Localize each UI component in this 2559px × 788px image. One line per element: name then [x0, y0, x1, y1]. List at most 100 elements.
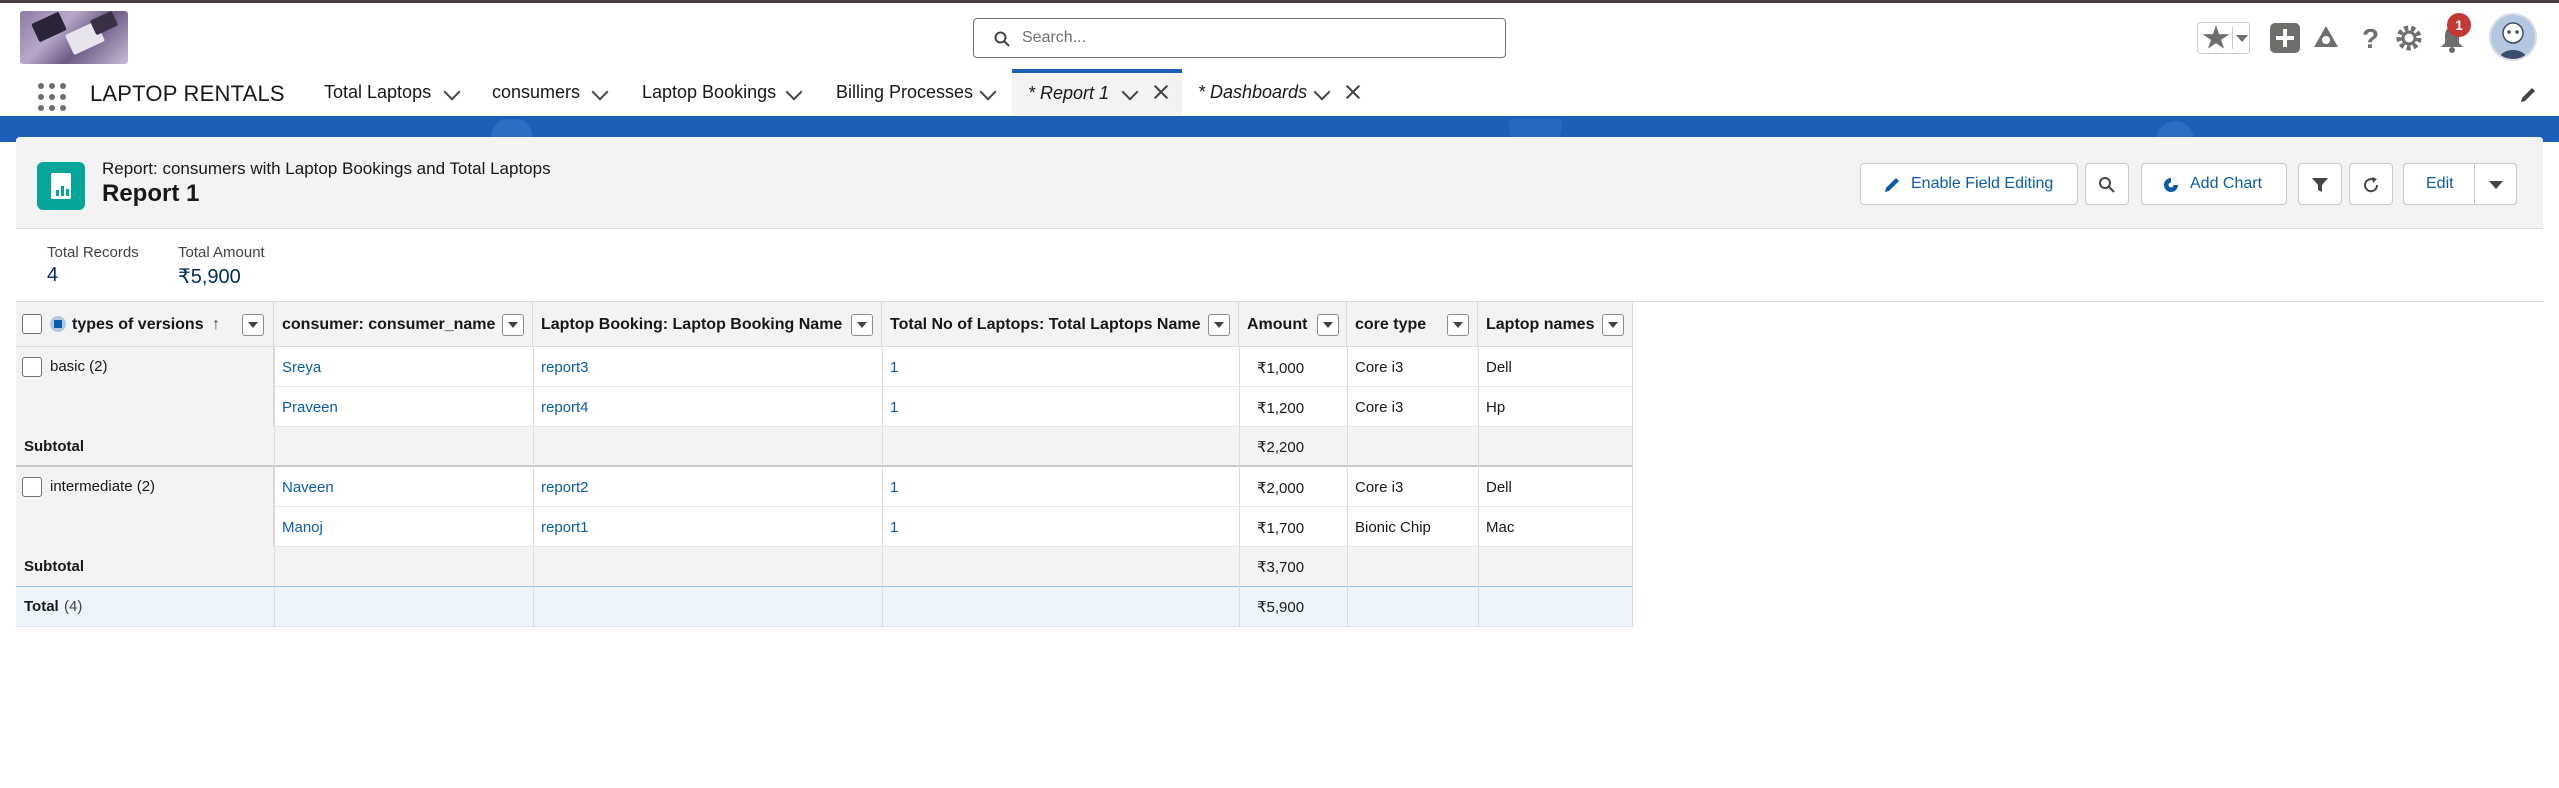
subtotal-amount: ₹3,700 [1257, 559, 1305, 576]
chevron-down-icon[interactable] [2236, 35, 2248, 42]
enable-field-editing-button[interactable]: Enable Field Editing [1860, 163, 2078, 205]
filter-button[interactable] [2298, 163, 2342, 205]
page-title: Report 1 [102, 180, 200, 207]
column-menu-button[interactable] [242, 314, 264, 336]
refresh-icon [2364, 177, 2379, 193]
subtotal-row: Subtotal ₹3,700 [16, 547, 1633, 587]
tab-consumers[interactable]: consumers [478, 69, 628, 116]
group-checkbox[interactable] [22, 477, 42, 497]
grand-total-row: Total (4) ₹5,900 [16, 587, 1633, 627]
app-launcher-icon[interactable] [38, 83, 66, 111]
notification-badge: 1 [2447, 13, 2471, 37]
total-records-value: 4 [47, 264, 59, 286]
tab-label: * Dashboards [1198, 82, 1308, 102]
app-name: LAPTOP RENTALS [90, 81, 285, 106]
amount-cell: ₹1,200 [1257, 400, 1305, 417]
total-label: Total [24, 598, 59, 615]
booking-link[interactable]: report1 [541, 519, 589, 536]
report-icon [37, 162, 85, 210]
subtotal-amount: ₹2,200 [1257, 439, 1305, 456]
gear-icon[interactable] [2394, 23, 2424, 53]
org-logo[interactable] [20, 11, 128, 64]
tab-label: Billing Processes [836, 82, 974, 102]
chevron-down-icon [2489, 181, 2503, 189]
group-checkbox[interactable] [22, 357, 42, 377]
global-search[interactable] [973, 18, 1506, 58]
tab-laptop-bookings[interactable]: Laptop Bookings [628, 69, 818, 116]
tab-billing-processes[interactable]: Billing Processes [822, 69, 1012, 116]
subtotal-label: Subtotal [24, 438, 84, 455]
close-icon[interactable] [1152, 83, 1170, 101]
column-menu-button[interactable] [1602, 314, 1624, 336]
column-header-laptop-names[interactable]: Laptop names [1478, 302, 1633, 347]
tab-label: consumers [492, 82, 581, 102]
table-row: Sreya report3 1 ₹1,000 Core i3 Dell [274, 347, 1633, 387]
laptops-link[interactable]: 1 [890, 359, 898, 376]
favorites-button[interactable] [2197, 22, 2250, 54]
booking-link[interactable]: report4 [541, 399, 589, 416]
chevron-down-icon[interactable] [1121, 83, 1139, 101]
laptops-link[interactable]: 1 [890, 399, 898, 416]
column-menu-button[interactable] [502, 314, 524, 336]
chevron-down-icon[interactable] [591, 83, 609, 101]
core-type-cell: Core i3 [1355, 359, 1404, 376]
help-icon[interactable]: ? [2354, 23, 2384, 53]
chevron-down-icon[interactable] [1313, 83, 1331, 101]
report-header: Report: consumers with Laptop Bookings a… [16, 137, 2543, 229]
column-menu-button[interactable] [851, 314, 873, 336]
search-report-button[interactable] [2085, 163, 2129, 205]
report-panel: Report: consumers with Laptop Bookings a… [16, 137, 2543, 788]
search-icon [2099, 177, 2115, 193]
column-header-types-of-versions[interactable]: types of versions ↑ [16, 302, 274, 347]
tab-dashboards[interactable]: * Dashboards [1182, 69, 1372, 116]
edit-button[interactable]: Edit [2403, 163, 2475, 205]
star-icon [2202, 25, 2230, 49]
booking-link[interactable]: report2 [541, 479, 589, 496]
edit-nav-icon[interactable] [2519, 86, 2537, 104]
booking-link[interactable]: report3 [541, 359, 589, 376]
add-chart-button[interactable]: Add Chart [2141, 163, 2287, 205]
subtotal-row: Subtotal ₹2,200 [16, 427, 1633, 467]
consumer-link[interactable]: Sreya [282, 359, 321, 376]
global-actions-icon[interactable] [2270, 23, 2300, 53]
more-actions-button[interactable] [2474, 163, 2517, 205]
column-header-core-type[interactable]: core type [1347, 302, 1478, 347]
column-header-amount[interactable]: Amount [1239, 302, 1347, 347]
total-amount-label: Total Amount [178, 244, 265, 261]
sort-ascending-icon[interactable]: ↑ [212, 316, 220, 334]
avatar[interactable] [2489, 13, 2537, 61]
column-header-total-laptops-name[interactable]: Total No of Laptops: Total Laptops Name [882, 302, 1239, 347]
laptop-name-cell: Dell [1486, 359, 1512, 376]
chevron-down-icon[interactable] [785, 83, 803, 101]
refresh-button[interactable] [2349, 163, 2393, 205]
search-input[interactable] [1022, 27, 1492, 49]
laptops-link[interactable]: 1 [890, 519, 898, 536]
column-menu-button[interactable] [1317, 314, 1339, 336]
tab-label: * Report 1 [1028, 83, 1110, 103]
total-amount-value: ₹5,900 [178, 266, 241, 288]
select-all-checkbox[interactable] [22, 314, 42, 334]
tab-total-laptops[interactable]: Total Laptops [310, 69, 470, 116]
group-cell-intermediate: intermediate (2) [16, 467, 274, 547]
group-icon [50, 316, 66, 332]
trailhead-icon[interactable] [2311, 23, 2341, 53]
column-menu-button[interactable] [1208, 314, 1230, 336]
consumer-link[interactable]: Praveen [282, 399, 338, 416]
laptop-name-cell: Mac [1486, 519, 1515, 536]
chevron-down-icon[interactable] [979, 83, 997, 101]
core-type-cell: Core i3 [1355, 479, 1404, 496]
app-nav-bar: LAPTOP RENTALS Total Laptops consumers L… [0, 69, 2559, 119]
group-cell-basic: basic (2) [16, 347, 274, 427]
column-header-consumer-name[interactable]: consumer: consumer_name [274, 302, 533, 347]
column-menu-button[interactable] [1447, 314, 1469, 336]
close-icon[interactable] [1344, 83, 1362, 101]
laptops-link[interactable]: 1 [890, 479, 898, 496]
consumer-link[interactable]: Naveen [282, 479, 334, 496]
consumer-link[interactable]: Manoj [282, 519, 323, 536]
chart-icon [2164, 178, 2178, 192]
column-header-laptop-booking-name[interactable]: Laptop Booking: Laptop Booking Name [533, 302, 882, 347]
chevron-down-icon[interactable] [443, 83, 461, 101]
total-records-label: Total Records [47, 244, 139, 261]
tab-report-1[interactable]: * Report 1 [1012, 69, 1182, 116]
core-type-cell: Core i3 [1355, 399, 1404, 416]
